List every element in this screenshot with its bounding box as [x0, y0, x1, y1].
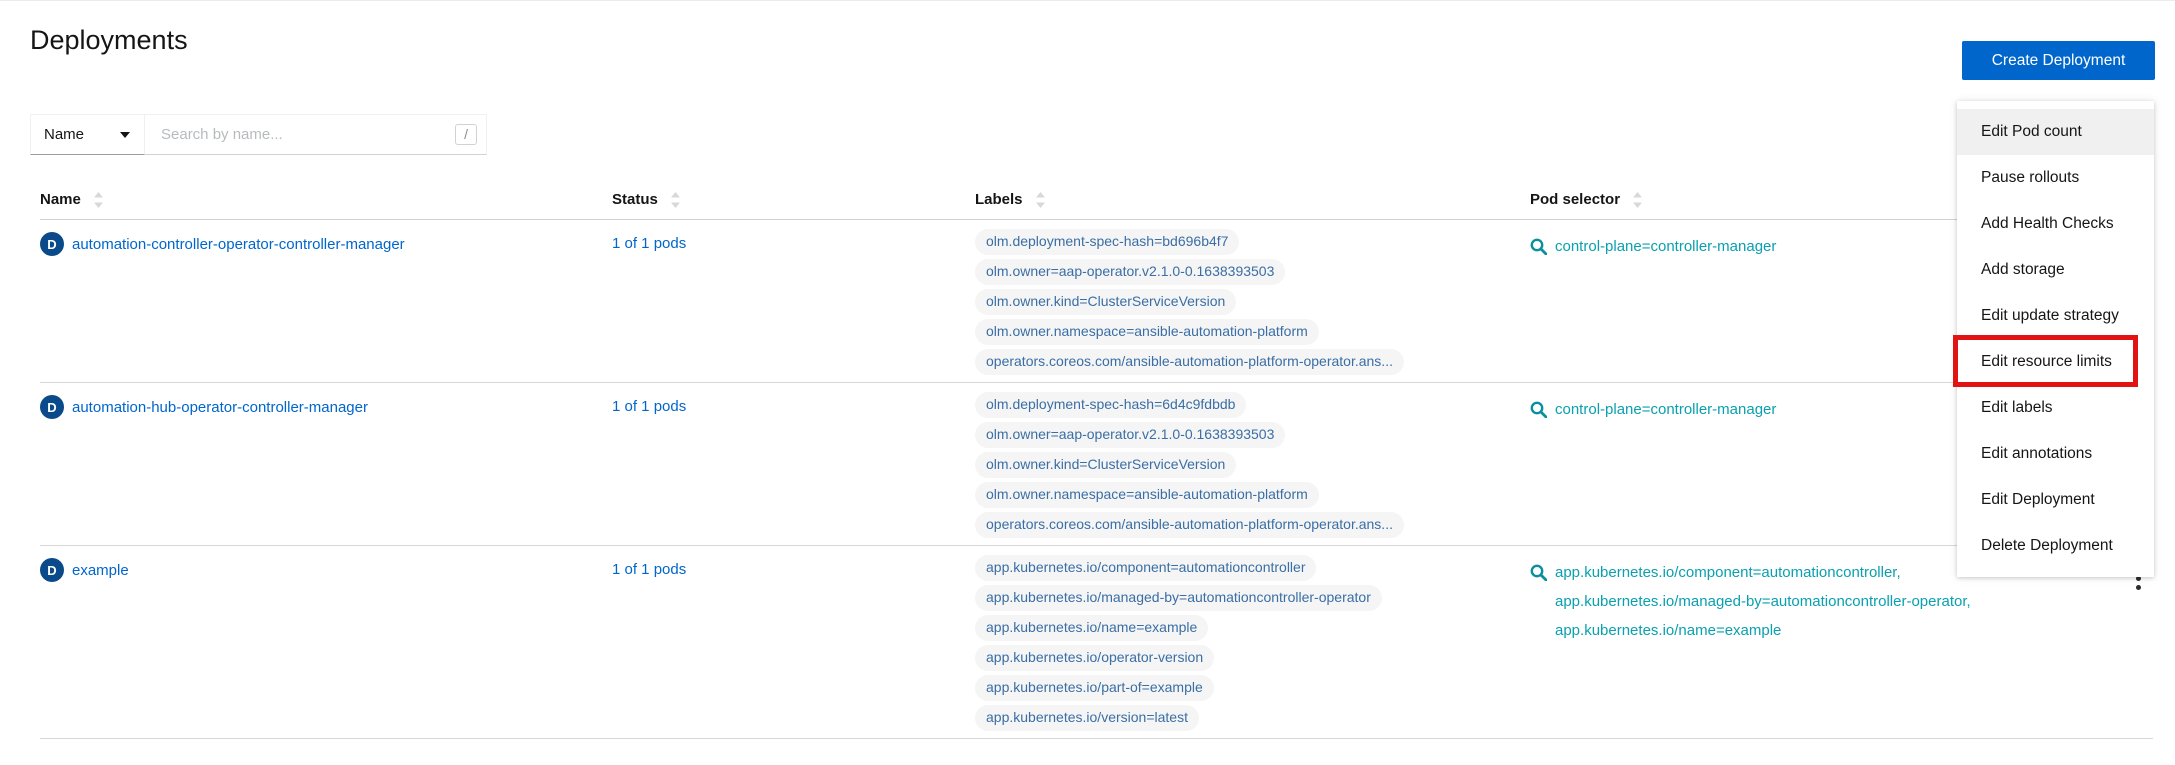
table-header-row: Name Status Labels Pod selector: [40, 191, 2153, 220]
column-header-labels[interactable]: Labels: [975, 191, 1530, 208]
name-cell: Dautomation-hub-operator-controller-mana…: [40, 395, 612, 419]
status-cell: 1 of 1 pods: [612, 232, 975, 252]
deployment-resource-icon: D: [40, 395, 64, 419]
pods-status-link[interactable]: 1 of 1 pods: [612, 398, 686, 415]
column-header-label: Pod selector: [1530, 191, 1620, 208]
create-deployment-button[interactable]: Create Deployment: [1962, 41, 2155, 80]
menu-item-edit-deployment[interactable]: Edit Deployment: [1957, 477, 2154, 523]
pod-selector-link[interactable]: app.kubernetes.io/component=automationco…: [1555, 558, 1971, 645]
table-row: Dautomation-controller-operator-controll…: [40, 220, 2153, 383]
name-cell: Dautomation-controller-operator-controll…: [40, 232, 612, 256]
pods-status-link[interactable]: 1 of 1 pods: [612, 561, 686, 578]
deployment-name-link[interactable]: example: [72, 562, 129, 579]
label-pill[interactable]: operators.coreos.com/ansible-automation-…: [975, 349, 1404, 375]
filter-toolbar: Name /: [30, 114, 487, 155]
column-header-label: Status: [612, 191, 658, 208]
actions-dropdown-menu: Edit Pod countPause rolloutsAdd Health C…: [1957, 101, 2154, 577]
label-pill[interactable]: olm.owner.kind=ClusterServiceVersion: [975, 452, 1236, 478]
status-cell: 1 of 1 pods: [612, 558, 975, 578]
label-pill[interactable]: app.kubernetes.io/component=automationco…: [975, 555, 1316, 581]
pod-selector-link[interactable]: control-plane=controller-manager: [1555, 395, 1776, 424]
filter-type-dropdown[interactable]: Name: [30, 114, 145, 155]
pod-selector-link[interactable]: control-plane=controller-manager: [1555, 232, 1776, 261]
search-input[interactable]: [147, 126, 455, 143]
column-header-name[interactable]: Name: [40, 191, 612, 208]
menu-item-edit-update-strategy[interactable]: Edit update strategy: [1957, 293, 2154, 339]
column-header-label: Labels: [975, 191, 1023, 208]
deployment-resource-icon: D: [40, 232, 64, 256]
menu-item-delete-deployment[interactable]: Delete Deployment: [1957, 523, 2154, 569]
pod-selector-line: app.kubernetes.io/name=example: [1555, 616, 1971, 645]
search-icon: [1530, 401, 1547, 424]
table-row: Dautomation-hub-operator-controller-mana…: [40, 383, 2153, 546]
column-header-status[interactable]: Status: [612, 191, 975, 208]
label-pill[interactable]: olm.owner=aap-operator.v2.1.0-0.16383935…: [975, 259, 1285, 285]
label-pill[interactable]: app.kubernetes.io/version=latest: [975, 705, 1199, 731]
status-cell: 1 of 1 pods: [612, 395, 975, 415]
table-row: Dexample1 of 1 podsapp.kubernetes.io/com…: [40, 546, 2153, 739]
search-icon: [1530, 238, 1547, 261]
menu-item-edit-pod-count[interactable]: Edit Pod count: [1957, 109, 2154, 155]
label-pill[interactable]: olm.owner=aap-operator.v2.1.0-0.16383935…: [975, 422, 1285, 448]
label-pill[interactable]: operators.coreos.com/ansible-automation-…: [975, 512, 1404, 538]
search-icon: [1530, 564, 1547, 645]
menu-item-edit-labels[interactable]: Edit labels: [1957, 385, 2154, 431]
menu-item-pause-rollouts[interactable]: Pause rollouts: [1957, 155, 2154, 201]
pod-selector-line: control-plane=controller-manager: [1555, 395, 1776, 424]
menu-item-edit-resource-limits-highlighted[interactable]: Edit resource limits: [1957, 339, 2154, 385]
label-pill[interactable]: olm.owner.kind=ClusterServiceVersion: [975, 289, 1236, 315]
sort-icon[interactable]: [669, 192, 682, 208]
label-pill[interactable]: app.kubernetes.io/part-of=example: [975, 675, 1214, 701]
search-box: /: [145, 114, 487, 155]
label-pill[interactable]: app.kubernetes.io/operator-version: [975, 645, 1214, 671]
pods-status-link[interactable]: 1 of 1 pods: [612, 235, 686, 252]
deployment-name-link[interactable]: automation-hub-operator-controller-manag…: [72, 399, 368, 416]
chevron-down-icon: [120, 132, 130, 138]
labels-cell: app.kubernetes.io/component=automationco…: [975, 555, 1530, 735]
labels-cell: olm.deployment-spec-hash=bd696b4f7 olm.ow…: [975, 229, 1530, 379]
sort-icon[interactable]: [92, 192, 105, 208]
label-pill[interactable]: app.kubernetes.io/managed-by=automationc…: [975, 585, 1382, 611]
label-pill[interactable]: olm.owner.namespace=ansible-automation-p…: [975, 482, 1319, 508]
deployments-table: Name Status Labels Pod selector Dautomation…: [40, 191, 2153, 739]
page-title: Deployments: [30, 25, 188, 56]
deployment-name-link[interactable]: automation-controller-operator-controlle…: [72, 236, 405, 253]
label-pill[interactable]: olm.deployment-spec-hash=6d4c9fdbdb: [975, 392, 1246, 418]
pod-selector-line: app.kubernetes.io/component=automationco…: [1555, 558, 1971, 587]
label-pill[interactable]: olm.owner.namespace=ansible-automation-p…: [975, 319, 1319, 345]
menu-item-edit-annotations[interactable]: Edit annotations: [1957, 431, 2154, 477]
keyboard-shortcut-hint: /: [455, 124, 477, 145]
deployment-resource-icon: D: [40, 558, 64, 582]
name-cell: Dexample: [40, 558, 612, 582]
menu-item-add-health-checks[interactable]: Add Health Checks: [1957, 201, 2154, 247]
sort-icon[interactable]: [1034, 192, 1047, 208]
filter-type-label: Name: [44, 126, 84, 143]
labels-cell: olm.deployment-spec-hash=6d4c9fdbdb olm.o…: [975, 392, 1530, 542]
label-pill[interactable]: app.kubernetes.io/name=example: [975, 615, 1208, 641]
menu-item-add-storage[interactable]: Add storage: [1957, 247, 2154, 293]
column-header-label: Name: [40, 191, 81, 208]
pod-selector-line: control-plane=controller-manager: [1555, 232, 1776, 261]
label-pill[interactable]: olm.deployment-spec-hash=bd696b4f7: [975, 229, 1239, 255]
pod-selector-line: app.kubernetes.io/managed-by=automationc…: [1555, 587, 1971, 616]
sort-icon[interactable]: [1631, 192, 1644, 208]
